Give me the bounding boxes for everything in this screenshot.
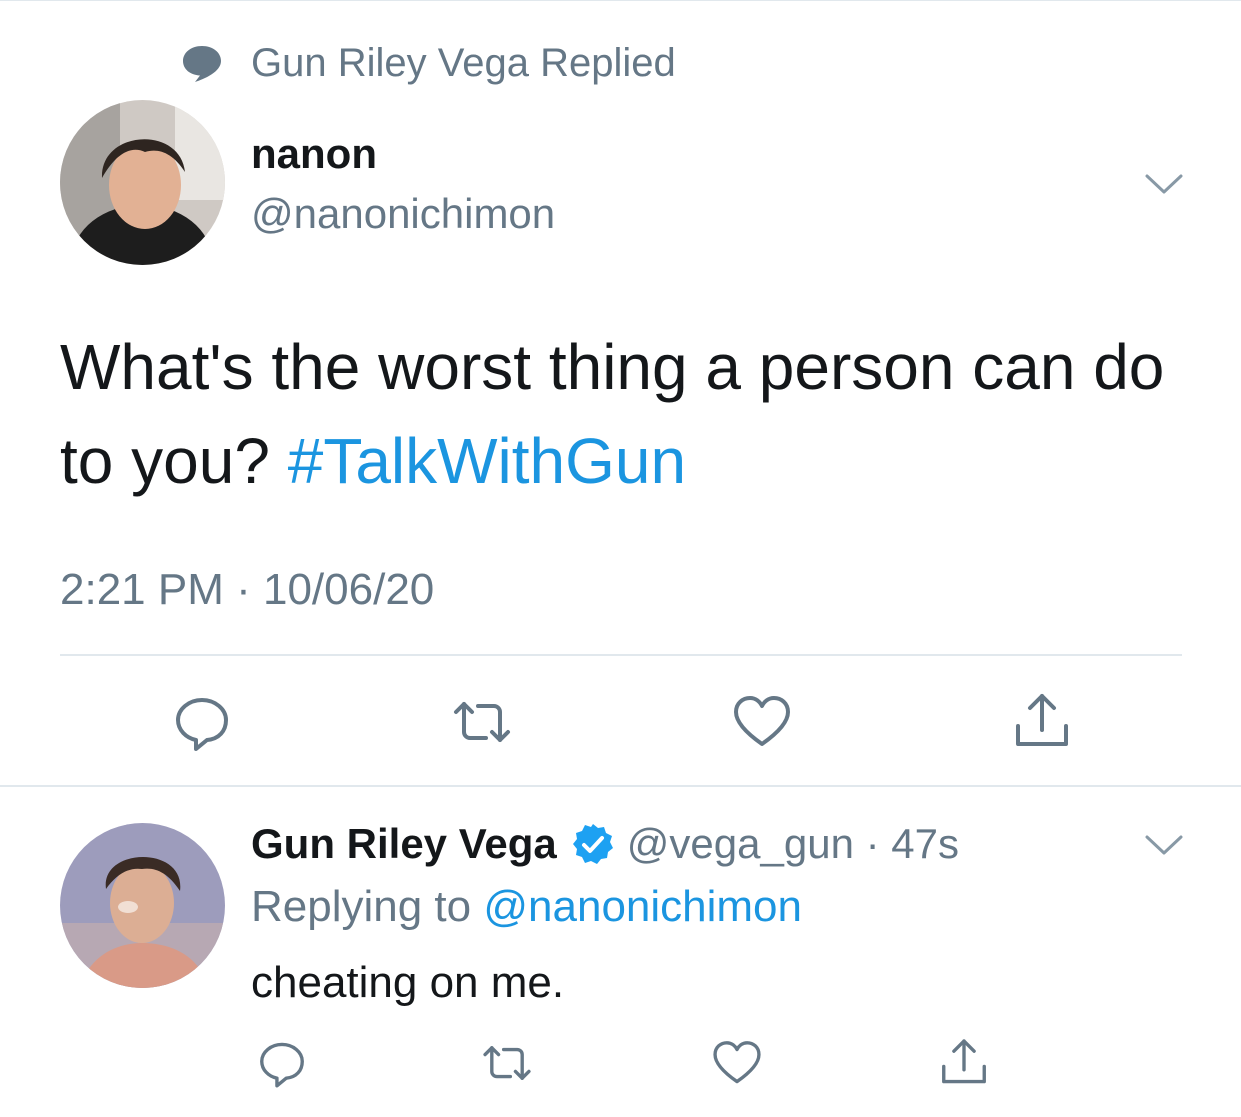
chevron-down-icon[interactable] bbox=[1144, 833, 1184, 857]
verified-badge-icon bbox=[571, 822, 615, 866]
share-icon[interactable] bbox=[937, 1036, 991, 1090]
tweet-age[interactable]: 47s bbox=[891, 820, 959, 868]
reply-icon[interactable] bbox=[255, 1036, 309, 1090]
retweet-icon[interactable] bbox=[480, 1036, 534, 1090]
reply-icon[interactable] bbox=[170, 690, 234, 754]
replying-prefix: Replying to bbox=[251, 882, 484, 931]
tweet-time: 2:21 PM bbox=[60, 565, 224, 614]
share-icon[interactable] bbox=[1010, 690, 1074, 754]
author-name[interactable]: nanon bbox=[251, 130, 377, 178]
author-name[interactable]: Gun Riley Vega bbox=[251, 820, 557, 868]
chevron-down-icon[interactable] bbox=[1144, 172, 1184, 196]
replying-to: Replying to @nanonichimon bbox=[251, 882, 802, 932]
top-divider bbox=[0, 0, 1241, 1]
timestamp-separator: · bbox=[223, 565, 263, 614]
like-icon[interactable] bbox=[730, 690, 794, 754]
divider bbox=[60, 654, 1182, 656]
tweet-text: What's the worst thing a person can do t… bbox=[60, 320, 1180, 508]
hashtag-link[interactable]: #TalkWithGun bbox=[288, 425, 686, 497]
avatar[interactable] bbox=[60, 823, 225, 988]
time-separator: · bbox=[853, 820, 892, 867]
retweet-icon[interactable] bbox=[450, 690, 514, 754]
reply-header: Gun Riley Vega @vega_gun · 47s bbox=[251, 820, 959, 868]
divider bbox=[0, 785, 1241, 787]
tweet-timestamp[interactable]: 2:21 PM · 10/06/20 bbox=[60, 565, 434, 615]
speech-bubble-icon bbox=[181, 44, 223, 84]
reply-text: cheating on me. bbox=[251, 958, 565, 1007]
tweet-date: 10/06/20 bbox=[262, 565, 435, 614]
social-context-text: Gun Riley Vega Replied bbox=[251, 41, 676, 85]
like-icon[interactable] bbox=[710, 1036, 764, 1090]
mention-link[interactable]: @nanonichimon bbox=[483, 882, 802, 931]
avatar[interactable] bbox=[60, 100, 225, 265]
author-handle[interactable]: @vega_gun bbox=[627, 820, 854, 868]
author-handle[interactable]: @nanonichimon bbox=[251, 190, 555, 238]
